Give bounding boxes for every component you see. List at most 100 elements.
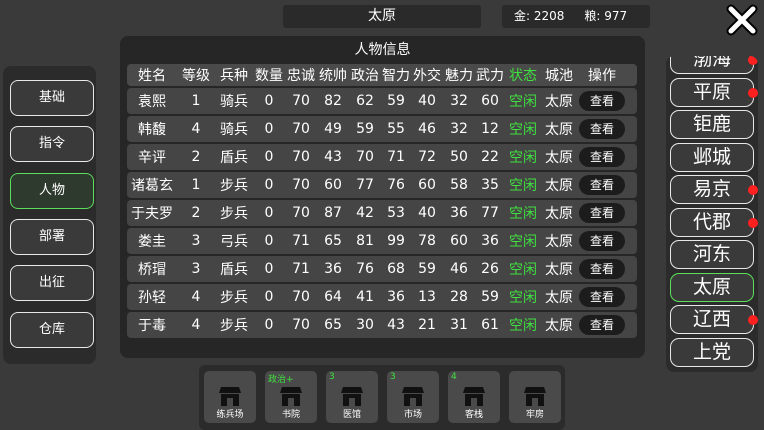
building-button[interactable]: 3 市场 [387,371,439,423]
view-button[interactable]: 查看 [579,287,625,307]
table-cell: 65 [324,233,342,249]
table-cell: 查看 [577,315,627,335]
table-cell: 60 [324,177,342,193]
menu-storage-button[interactable]: 仓库 [10,312,94,348]
city-list[interactable]: 渤海平原钜鹿邺城易京代郡河东太原辽西上党 [666,56,758,372]
city-button[interactable]: 上党 [670,337,754,367]
building-bar: 练兵场 政治+ 书院 3 医馆 3 市场 4 客栈 牢房 [199,365,565,430]
view-button[interactable]: 查看 [579,231,625,251]
city-label: 辽西 [692,308,731,330]
city-button[interactable]: 易京 [670,175,758,204]
table-cell: 99 [387,233,405,249]
character-info-panel: 人物信息 姓名 等级 兵种 数量 忠诚 统帅 政治 智力 外交 魅力 武力 状态 城池 操作 袁熙 1 骑兵 0… [120,36,645,358]
menu-expedition-button[interactable]: 出征 [10,265,94,301]
table-cell: 0 [264,205,274,221]
menu-deploy-button[interactable]: 部署 [10,219,94,255]
table-cell: 桥瑁 [138,262,166,278]
table-cell: 空闲 [509,234,537,250]
view-button[interactable]: 查看 [579,203,625,223]
building-button[interactable]: 4 客栈 [448,371,500,423]
table-cell: 36 [481,233,499,249]
building-button[interactable]: 牢房 [509,371,561,423]
table-cell: 71 [292,261,310,277]
building-button[interactable]: 练兵场 [204,371,256,423]
building-label: 客栈 [464,410,483,420]
table-cell: 36 [450,205,468,221]
menu-basic-button[interactable]: 基础 [10,80,94,116]
table-cell: 81 [356,233,374,249]
table-cell: 查看 [577,147,627,167]
view-button[interactable]: 查看 [579,119,625,139]
building-badge: 政治+ [268,375,294,385]
view-button[interactable]: 查看 [579,175,625,195]
column-header: 操作 [588,68,616,84]
building-button[interactable]: 3 医馆 [326,371,378,423]
table-cell: 49 [324,121,342,137]
menu-characters-button[interactable]: 人物 [10,173,94,209]
table-cell: 70 [356,149,374,165]
table-cell: 65 [324,317,342,333]
table-cell: 太原 [545,178,573,194]
table-cell: 59 [387,93,405,109]
building-label: 市场 [403,410,422,420]
table-header: 姓名 等级 兵种 数量 忠诚 统帅 政治 智力 外交 魅力 武力 状态 城池 操作 [127,64,637,86]
panel-title: 人物信息 [354,42,411,58]
table-cell: 50 [450,149,468,165]
city-label: 渤海 [692,56,731,70]
table-cell: 查看 [577,119,627,139]
building-label: 医馆 [342,410,361,420]
table-cell: 41 [356,289,374,305]
table-row: 辛评 2 盾兵 0 70 43 70 71 72 50 22 空闲 太原 查看 [127,144,637,170]
table-cell: 2 [191,149,201,165]
table-cell: 13 [418,289,436,305]
column-header: 智力 [382,68,410,84]
city-button[interactable]: 钜鹿 [670,110,754,139]
alert-dot-icon [748,56,758,65]
view-button[interactable]: 查看 [579,91,625,111]
column-header: 武力 [476,68,504,84]
table-cell: 70 [292,177,310,193]
table-cell: 太原 [545,318,573,334]
table-cell: 55 [387,121,405,137]
table-cell: 70 [292,149,310,165]
view-button[interactable]: 查看 [579,259,625,279]
table-cell: 太原 [545,206,573,222]
table-cell: 28 [450,289,468,305]
table-cell: 70 [292,317,310,333]
table-cell: 0 [264,289,274,305]
table-cell: 77 [356,177,374,193]
city-button[interactable]: 平原 [670,77,758,107]
current-city-title: 太原 [283,5,481,28]
city-button[interactable]: 太原 [670,272,754,302]
city-button[interactable]: 辽西 [670,305,758,334]
city-button[interactable]: 渤海 [670,56,758,74]
table-cell: 空闲 [509,150,537,166]
close-button[interactable] [724,2,760,38]
resource-bar: 金: 2208 粮: 977 [502,5,650,28]
table-cell: 60 [450,233,468,249]
menu-command-button[interactable]: 指令 [10,126,94,162]
city-button[interactable]: 河东 [670,240,754,269]
table-cell: 76 [356,261,374,277]
view-button[interactable]: 查看 [579,147,625,167]
table-cell: 空闲 [509,206,537,222]
view-button[interactable]: 查看 [579,315,625,335]
building-icon [219,387,241,406]
table-cell: 82 [324,93,342,109]
building-button[interactable]: 政治+ 书院 [265,371,317,423]
city-button[interactable]: 代郡 [670,207,758,237]
table-cell: 77 [481,205,499,221]
city-button[interactable]: 邺城 [670,142,754,172]
table-cell: 太原 [545,122,573,138]
table-cell: 60 [481,93,499,109]
alert-dot-icon [748,217,758,228]
table-cell: 空闲 [509,178,537,194]
table-cell: 4 [191,317,201,333]
table-cell: 于毒 [138,318,166,334]
table-cell: 步兵 [220,178,248,194]
table-cell: 3 [191,261,201,277]
table-cell: 43 [387,317,405,333]
alert-dot-icon [748,315,758,325]
table-cell: 骑兵 [220,122,248,138]
close-icon [726,4,758,36]
